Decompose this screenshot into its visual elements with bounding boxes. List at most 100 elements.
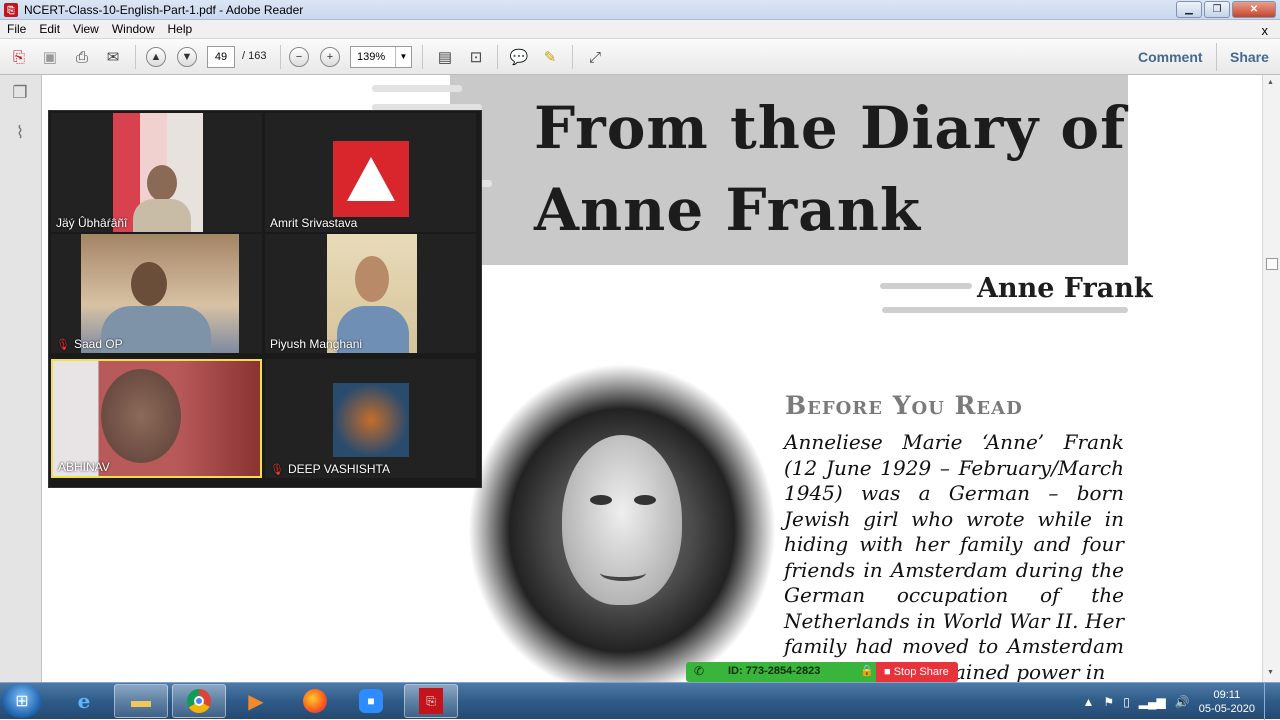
toolbar-divider [1216,43,1217,71]
section-heading: Before You Read [785,391,1023,420]
participant-head [101,369,181,463]
toolbar-divider [572,45,573,69]
previous-page-button[interactable]: ▲ [144,45,168,69]
chrome-icon[interactable] [172,684,226,718]
vertical-scrollbar[interactable]: ▲ ▼ [1262,75,1280,682]
fit-page-icon[interactable]: ▤ [433,45,457,69]
share-button[interactable]: Share [1230,49,1269,65]
participant-head [355,256,389,302]
participant-tile[interactable]: Jäý Ûbhâŕâñî [51,113,262,232]
zoom-out-button[interactable]: − [287,45,311,69]
menu-view[interactable]: View [66,20,99,38]
firefox-logo [303,689,327,713]
clock[interactable]: 09:11 05-05-2020 [1199,688,1255,716]
portrait-smile [600,565,646,581]
network-signal-icon[interactable]: ▂▄▆ [1139,695,1166,709]
maximize-button[interactable]: ❐ [1204,1,1230,18]
volume-icon[interactable]: 🔊 [1175,695,1190,709]
page-number-input[interactable]: 49 [207,46,235,68]
sticky-note-icon[interactable]: 💬 [507,45,531,69]
toolbar-divider [280,45,281,69]
muted-mic-icon: 🎙 [56,338,70,351]
zoom-icon[interactable]: ■ [344,684,398,718]
file-explorer-icon[interactable]: ▬ [114,684,168,718]
internet-explorer-icon[interactable]: e [57,684,111,718]
zoom-in-button[interactable]: + [318,45,342,69]
action-center-flag-icon[interactable]: ⚑ [1103,695,1114,709]
participant-shirt [133,199,191,232]
scroll-up-icon[interactable]: ▲ [1267,79,1274,86]
menu-window[interactable]: Window [105,20,155,38]
navigation-pane: ❐ ⌇ [0,75,42,682]
clock-date: 05-05-2020 [1198,702,1255,715]
print-icon[interactable]: ⎙ [70,45,94,69]
page-thumbnails-icon[interactable]: ❐ [9,83,31,105]
arrow-up-icon: ▲ [146,47,166,67]
adobe-reader-icon[interactable]: ⎘ [404,684,458,718]
chapter-title-line2: Anne Frank [534,176,922,244]
participant-tile[interactable]: Amrit Srivastava [265,113,476,232]
show-hidden-icons[interactable]: ▲ [1083,695,1095,709]
document-close-button[interactable]: x [1255,21,1269,38]
participant-head [131,262,167,306]
menu-help[interactable]: Help [161,20,193,38]
close-button[interactable]: ✕ [1232,1,1276,18]
participant-tile[interactable]: 🎙 Saad OP [51,234,262,353]
page-total: / 163 [242,50,267,62]
save-icon[interactable]: ▣ [38,45,62,69]
participant-tile-active-speaker[interactable]: ABHINAV [51,359,262,478]
full-screen-icon[interactable]: ⤢ [583,45,607,69]
zoom-value: 139% [357,51,386,63]
video-gallery: Jäý Ûbhâŕâñî Amrit Srivastava 🎙 Saad OP P… [48,110,482,488]
highlight-icon[interactable]: ✎ [538,45,562,69]
author-decoration [882,307,1128,313]
show-desktop-button[interactable] [1264,683,1274,720]
toolbar: ⎘ ▣ ⎙ ✉ ▲ ▼ 49 / 163 − + 139% ▼ ▤ ⊡ 💬 ✎ … [0,39,1280,75]
title-bar: ⎘ NCERT-Class-10-English-Part-1.pdf - Ad… [0,0,1280,20]
email-icon[interactable]: ✉ [101,45,125,69]
adobe-logo: ⎘ [419,688,443,714]
toolbar-divider [135,45,136,69]
next-page-button[interactable]: ▼ [175,45,199,69]
participant-name: Piyush Manghani [270,337,363,351]
pdf-icon: ⎘ [4,3,18,17]
chevron-down-icon[interactable]: ▼ [395,47,411,67]
battery-icon[interactable]: ▯ [1123,695,1130,709]
zoom-select[interactable]: 139% ▼ [350,46,412,68]
participant-tile[interactable]: 🎙 DEEP VASHISHTA [265,359,476,478]
system-tray: ▲ ⚑ ▯ ▂▄▆ 🔊 09:11 05-05-2020 [1083,683,1274,720]
comment-button[interactable]: Comment [1138,49,1203,65]
taskbar: ⊞ e ▬ ▶ ■ ⎘ ▲ ⚑ ▯ ▂▄▆ 🔊 09:11 05-05-2020 [0,682,1280,720]
start-button[interactable]: ⊞ [2,684,42,718]
chrome-logo-center [194,696,204,706]
stop-share-button[interactable]: ■ Stop Share [876,662,958,682]
participant-avatar [333,141,409,217]
participant-video [81,234,239,353]
participant-name: Jäý Ûbhâŕâñî [56,216,128,230]
menu-file[interactable]: File [0,20,26,38]
participant-tile[interactable]: Piyush Manghani [265,234,476,353]
stop-share-label: Stop Share [893,666,949,678]
attachments-icon[interactable]: ⌇ [9,123,31,145]
participant-name: 🎙 DEEP VASHISHTA [270,462,390,476]
scroll-down-icon[interactable]: ▼ [1267,669,1274,676]
firefox-icon[interactable] [288,684,342,718]
scrollbar-thumb[interactable] [1266,258,1278,270]
menu-edit[interactable]: Edit [32,20,60,38]
author-decoration [880,283,972,289]
participant-video [53,361,260,476]
lock-icon: 🔒 [860,665,874,677]
minimize-button[interactable]: ▁ [1176,1,1202,18]
media-player-icon[interactable]: ▶ [229,684,283,718]
meeting-id: ID: 773-2854-2823 [728,665,821,677]
meeting-control-bar: ✆ ID: 773-2854-2823 🔒 ■ Stop Share [686,662,958,682]
participant-head [147,165,177,201]
fit-width-icon[interactable]: ⊡ [464,45,488,69]
arrow-down-icon: ▼ [177,47,197,67]
window-title: NCERT-Class-10-English-Part-1.pdf - Adob… [24,3,304,17]
plus-icon: + [320,47,340,67]
participant-video [113,113,203,232]
chapter-title: From the Diary of Anne Frank [534,87,1126,251]
muted-mic-icon: 🎙 [270,463,284,476]
create-pdf-icon[interactable]: ⎘ [7,45,31,69]
